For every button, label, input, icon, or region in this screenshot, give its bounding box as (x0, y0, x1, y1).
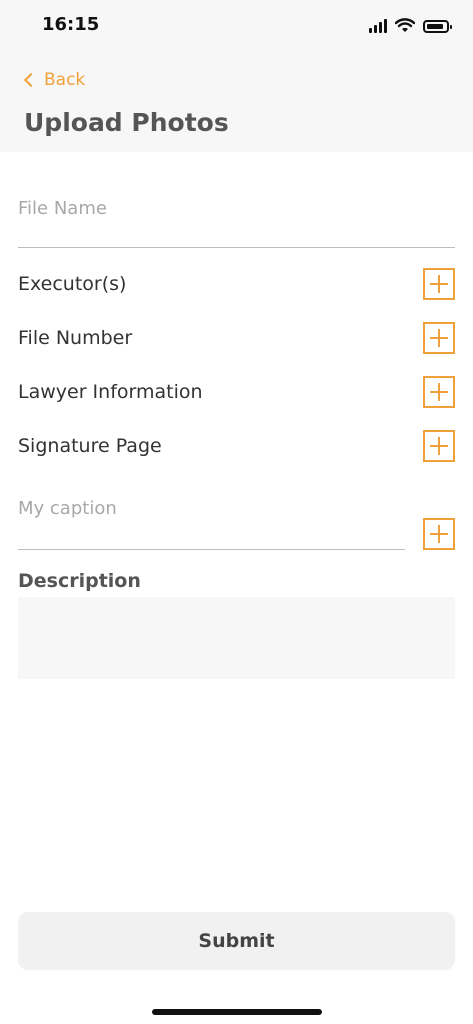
row-lawyer-information: Lawyer Information (18, 374, 455, 410)
add-lawyer-information-button[interactable] (423, 376, 455, 408)
add-executors-button[interactable] (423, 268, 455, 300)
cellular-signal-icon (369, 19, 387, 33)
wifi-icon (395, 18, 415, 32)
caption-field-wrapper (18, 498, 405, 550)
upload-photos-screen: 16:15 Back Upload Photos Executor(s) Fil… (0, 0, 473, 1024)
page-title: Upload Photos (24, 108, 229, 137)
row-signature-page: Signature Page (18, 428, 455, 464)
file-name-input[interactable] (18, 198, 455, 219)
description-textarea[interactable] (18, 597, 455, 679)
add-caption-button[interactable] (423, 518, 455, 550)
submit-button[interactable]: Submit (18, 912, 455, 970)
header: 16:15 Back Upload Photos (0, 0, 473, 152)
file-name-field-wrapper (18, 190, 455, 248)
add-file-number-button[interactable] (423, 322, 455, 354)
status-time: 16:15 (42, 14, 100, 35)
battery-icon (423, 19, 452, 33)
file-number-label: File Number (18, 327, 133, 349)
back-button[interactable]: Back (22, 66, 85, 94)
caption-input[interactable] (18, 498, 405, 519)
lawyer-information-label: Lawyer Information (18, 381, 203, 403)
description-label: Description (18, 570, 141, 592)
executors-label: Executor(s) (18, 273, 127, 295)
row-file-number: File Number (18, 320, 455, 356)
row-executors: Executor(s) (18, 266, 455, 302)
home-indicator (152, 1009, 322, 1015)
back-label: Back (44, 70, 86, 90)
add-signature-page-button[interactable] (423, 430, 455, 462)
chevron-left-icon (23, 72, 39, 88)
status-icons (369, 16, 452, 36)
signature-page-label: Signature Page (18, 435, 162, 457)
